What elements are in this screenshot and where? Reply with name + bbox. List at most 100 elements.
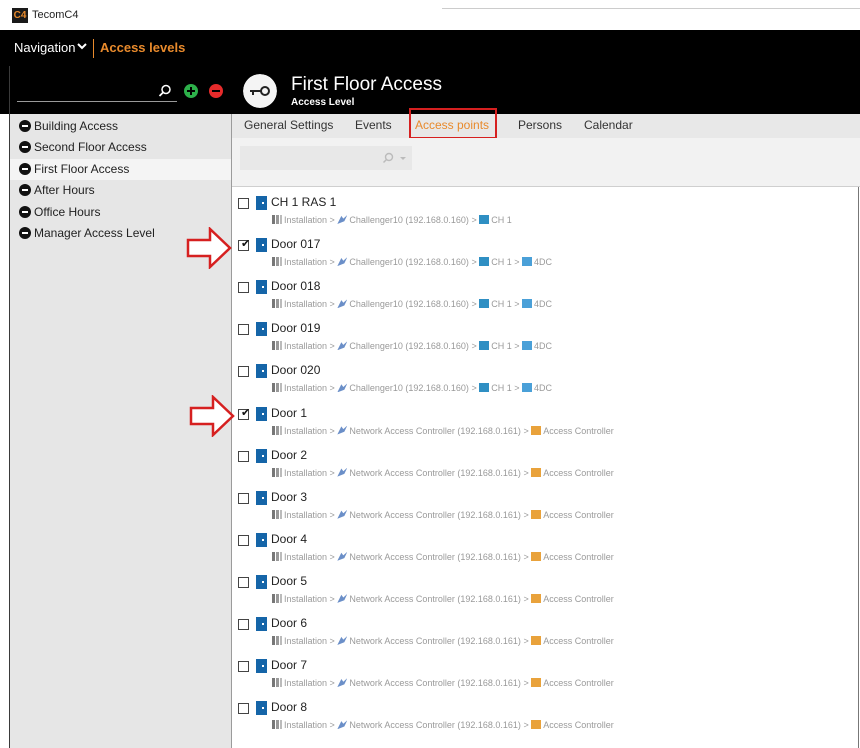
access-point-name: Door 3 [271, 489, 308, 504]
door-icon [256, 532, 267, 547]
tab-general-settings[interactable]: General Settings [244, 118, 333, 132]
path-segment: CH 1 [491, 383, 512, 394]
access-point-checkbox[interactable] [238, 619, 249, 630]
access-point-name: Door 8 [271, 700, 308, 715]
path-segment: CH 1 [491, 341, 512, 352]
access-point-checkbox[interactable] [238, 366, 249, 378]
sidebar-item[interactable]: Office Hours [10, 202, 231, 223]
path-segment: Network Access Controller (192.168.0.161… [349, 720, 521, 731]
path-segment: Access Controller [543, 593, 614, 604]
access-point-row[interactable]: Door 6 Installation > Network Access Cont… [232, 612, 852, 654]
checkmark-icon: ✔ [241, 406, 251, 419]
path-segment: Access Controller [543, 467, 614, 478]
chevron-down-icon[interactable] [76, 40, 88, 52]
sidebar-item[interactable]: After Hours [10, 180, 231, 201]
path-separator: > [329, 467, 335, 478]
path-segment: Installation [284, 215, 328, 225]
access-point-checkbox[interactable] [238, 703, 249, 715]
path-segment: Installation [284, 593, 328, 604]
access-point-row[interactable]: Door 019 Installation > Challenger10 (192… [232, 317, 852, 359]
sidebar-item[interactable]: First Floor Access [10, 158, 231, 180]
access-point-checkbox[interactable] [238, 534, 249, 546]
path-separator: > [329, 551, 335, 562]
access-controller-icon [531, 551, 542, 561]
access-point-name: Door 017 [271, 237, 321, 252]
controller-icon [337, 299, 348, 309]
access-controller-icon [531, 467, 542, 477]
access-point-checkbox[interactable] [238, 324, 249, 336]
access-point-row[interactable]: ✔ Door 1 Installation > Network Access Con… [232, 402, 852, 444]
access-point-row[interactable]: Door 4 Installation > Network Access Cont… [232, 528, 852, 570]
sidebar-item-label: Second Floor Access [34, 140, 147, 155]
path-segment: Challenger10 (192.168.0.160) [349, 341, 469, 352]
breadcrumb-access-levels[interactable]: Access levels [100, 40, 185, 55]
door-icon [256, 574, 267, 589]
installation-icon [272, 341, 282, 351]
access-point-row[interactable]: Door 5 Installation > Network Access Cont… [232, 570, 852, 612]
access-point-row[interactable]: Door 3 Installation > Network Access Cont… [232, 486, 852, 528]
access-point-checkbox[interactable] [238, 576, 249, 588]
add-access-level-button[interactable] [184, 84, 198, 98]
access-point-row[interactable]: CH 1 RAS 1 Installation > Challenger10 (1… [232, 191, 852, 233]
search-options-caret-icon[interactable] [400, 157, 406, 160]
controller-icon [337, 593, 348, 603]
navigation-menu[interactable]: Navigation [14, 40, 75, 55]
tab-calendar[interactable]: Calendar [584, 118, 633, 132]
access-level-icon [19, 162, 31, 175]
path-separator: > [514, 383, 520, 394]
door-icon [256, 448, 267, 463]
path-segment: Challenger10 (192.168.0.160) [349, 383, 469, 394]
path-segment: Installation [284, 720, 328, 731]
path-separator: > [329, 215, 335, 225]
access-point-checkbox[interactable] [238, 661, 249, 673]
path-segment: Challenger10 (192.168.0.160) [349, 257, 469, 268]
search-icon[interactable] [382, 152, 394, 164]
access-point-name: Door 6 [271, 616, 308, 630]
path-separator: > [471, 299, 477, 310]
access-point-row[interactable]: ✔ Door 017 Installation > Challenger10 (19… [232, 233, 852, 275]
access-point-checkbox[interactable] [238, 492, 249, 504]
access-point-checkbox[interactable] [238, 450, 249, 462]
door-icon [256, 280, 267, 295]
annotation-highlight-box [409, 108, 497, 139]
annotation-arrow-icon [186, 227, 232, 269]
sidebar-item[interactable]: Second Floor Access [10, 137, 231, 158]
path-separator: > [514, 299, 520, 310]
access-point-row[interactable]: Door 2 Installation > Network Access Cont… [232, 444, 852, 486]
access-point-row[interactable]: Door 018 Installation > Challenger10 (192… [232, 275, 852, 317]
door-icon [256, 659, 267, 674]
access-point-checkbox[interactable]: ✔ [238, 406, 251, 420]
right-frame-border [858, 114, 859, 748]
path-segment: 4DC [534, 257, 553, 268]
access-point-checkbox[interactable] [238, 282, 249, 294]
path-separator: > [523, 425, 529, 436]
path-segment: Installation [284, 551, 328, 562]
door-icon [256, 238, 267, 253]
search-icon[interactable] [158, 84, 172, 98]
module-icon [522, 341, 533, 351]
installation-icon [272, 467, 282, 477]
access-point-name: Door 019 [271, 321, 321, 336]
sidebar-item-label: First Floor Access [34, 161, 130, 176]
access-point-checkbox[interactable] [238, 198, 249, 209]
path-segment: Installation [284, 678, 328, 689]
path-segment: Network Access Controller (192.168.0.161… [349, 509, 521, 520]
path-segment: 4DC [534, 341, 553, 352]
path-segment: Challenger10 (192.168.0.160) [349, 299, 469, 310]
access-point-path: Installation > Network Access Controller… [272, 720, 614, 730]
installation-icon [272, 636, 282, 645]
access-point-path: Installation > Network Access Controller… [272, 425, 614, 436]
tab-events[interactable]: Events [355, 118, 392, 132]
access-point-row[interactable]: Door 7 Installation > Network Access Cont… [232, 654, 852, 696]
path-segment: Network Access Controller (192.168.0.161… [349, 467, 521, 478]
access-point-checkbox[interactable]: ✔ [238, 238, 250, 252]
remove-access-level-button[interactable] [209, 84, 223, 98]
sidebar-search-input[interactable] [17, 101, 177, 102]
access-point-name: Door 020 [271, 363, 321, 378]
access-point-row[interactable]: Door 8 Installation > Network Access Cont… [232, 696, 852, 738]
path-segment: Installation [284, 467, 328, 478]
sidebar-item[interactable]: Building Access [10, 116, 231, 137]
path-segment: Installation [284, 299, 328, 310]
access-point-row[interactable]: Door 020 Installation > Challenger10 (192… [232, 359, 852, 401]
tab-persons[interactable]: Persons [518, 118, 562, 132]
